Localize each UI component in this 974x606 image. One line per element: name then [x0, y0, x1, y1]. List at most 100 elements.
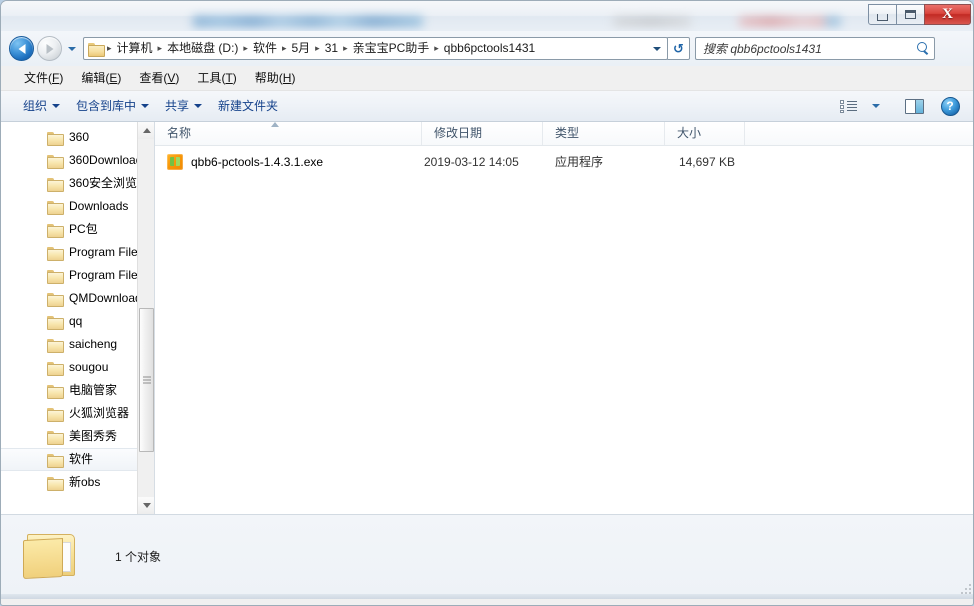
chevron-down-icon — [872, 104, 880, 108]
menu-item-file-mnemonic: F — [52, 70, 60, 85]
breadcrumb-item-computer[interactable]: 计算机 — [113, 39, 157, 58]
folder-icon — [47, 223, 64, 238]
bleed-red-text — [739, 17, 835, 26]
sidebar-item-pc-package[interactable]: PC包 — [1, 218, 154, 241]
sidebar-item-label: 美图秀秀 — [69, 429, 118, 443]
include-in-library-button[interactable]: 包含到库中 — [68, 95, 157, 118]
table-row[interactable]: qbb6-pctools-1.4.3.1.exe 2019-03-12 14:0… — [155, 151, 973, 173]
chevron-down-icon — [68, 46, 76, 51]
window-bottom-edge — [1, 594, 973, 599]
bleed-blue-badge — [825, 17, 841, 26]
scroll-down-button[interactable] — [138, 497, 154, 514]
sidebar-item-label: Downloads — [69, 199, 129, 213]
sidebar-item-qq[interactable]: qq — [1, 310, 154, 333]
breadcrumb-bar[interactable]: ▸ 计算机 ▸ 本地磁盘 (D:) ▸ 软件 ▸ 5月 ▸ 31 ▸ 亲宝宝PC… — [83, 37, 668, 60]
sidebar-item-firefox[interactable]: 火狐浏览器 — [1, 402, 154, 425]
share-label: 共享 — [165, 98, 190, 113]
folder-icon — [47, 131, 64, 146]
minimize-button[interactable] — [868, 4, 897, 25]
column-header-name-label: 名称 — [167, 126, 192, 140]
menu-item-tools[interactable]: 工具(T) — [188, 68, 245, 89]
sidebar-item-sougou[interactable]: sougou — [1, 356, 154, 379]
chevron-up-icon — [142, 128, 151, 133]
preview-pane-icon — [904, 98, 924, 114]
folder-icon — [47, 361, 64, 376]
sidebar-item-computer-manager[interactable]: 电脑管家 — [1, 379, 154, 402]
folder-icon — [47, 453, 64, 468]
column-header-type[interactable]: 类型 — [543, 122, 665, 145]
new-folder-label: 新建文件夹 — [218, 98, 279, 113]
sidebar-item-qmdownload[interactable]: QMDownload — [1, 287, 154, 310]
scrollbar-thumb[interactable] — [139, 308, 154, 452]
refresh-button[interactable]: ↺ — [667, 37, 690, 60]
close-button[interactable]: X — [924, 4, 971, 25]
help-button[interactable]: ? — [937, 95, 963, 117]
sidebar-item-software[interactable]: 软件 — [1, 448, 154, 471]
column-header-size[interactable]: 大小 — [665, 122, 745, 145]
sidebar-item-360browser[interactable]: 360安全浏览器 — [1, 172, 154, 195]
sidebar-item-360[interactable]: 360 — [1, 126, 154, 149]
folder-icon — [47, 315, 64, 330]
menu-item-help[interactable]: 帮助(H) — [246, 68, 305, 89]
column-header-name[interactable]: 名称 — [155, 122, 422, 145]
menu-item-view[interactable]: 查看(V) — [130, 68, 188, 89]
address-bar: ▸ 计算机 ▸ 本地磁盘 (D:) ▸ 软件 ▸ 5月 ▸ 31 ▸ 亲宝宝PC… — [1, 31, 973, 66]
sidebar-item-meitu[interactable]: 美图秀秀 — [1, 425, 154, 448]
sidebar-item-label: 新obs — [69, 475, 101, 489]
recent-locations-button[interactable] — [64, 37, 80, 61]
view-list-icon — [839, 99, 857, 113]
sidebar-item-new-obs[interactable]: 新obs — [1, 471, 154, 494]
folder-icon — [47, 292, 64, 307]
sidebar-item-saicheng[interactable]: saicheng — [1, 333, 154, 356]
sidebar-item-downloads[interactable]: Downloads — [1, 195, 154, 218]
sidebar-item-program-files-1[interactable]: Program Files — [1, 241, 154, 264]
column-header-type-label: 类型 — [555, 126, 580, 140]
file-name-cell: qbb6-pctools-1.4.3.1.exe — [155, 154, 422, 170]
menu-bar: 文件(F) 编辑(E) 查看(V) 工具(T) 帮助(H) — [1, 66, 973, 91]
bleed-grey-text — [613, 17, 691, 26]
title-bar: X — [1, 1, 973, 31]
menu-item-help-mnemonic: H — [282, 70, 292, 85]
search-box[interactable] — [695, 37, 935, 60]
change-view-dropdown[interactable] — [863, 95, 889, 117]
sidebar-item-360download[interactable]: 360Download — [1, 149, 154, 172]
menu-item-edit[interactable]: 编辑(E) — [72, 68, 130, 89]
folder-icon — [88, 42, 105, 57]
breadcrumb-item-local-disk[interactable]: 本地磁盘 (D:) — [163, 39, 242, 58]
column-header-date[interactable]: 修改日期 — [422, 122, 543, 145]
maximize-button[interactable] — [896, 4, 925, 25]
sidebar-item-label: Program Files — [69, 268, 144, 282]
chevron-down-icon — [652, 46, 661, 51]
folder-icon — [47, 338, 64, 353]
sidebar-item-program-files-2[interactable]: Program Files — [1, 264, 154, 287]
search-input[interactable] — [703, 41, 917, 56]
navigation-scrollbar[interactable] — [137, 122, 154, 514]
share-button[interactable]: 共享 — [157, 95, 210, 118]
folder-icon — [47, 246, 64, 261]
forward-button[interactable] — [37, 36, 62, 61]
breadcrumb-item-31[interactable]: 31 — [321, 39, 342, 58]
menu-item-edit-label: 编辑 — [81, 70, 106, 85]
breadcrumb-item-software[interactable]: 软件 — [249, 39, 281, 58]
change-view-button[interactable] — [835, 95, 861, 117]
sidebar-item-label: saicheng — [69, 337, 118, 351]
chevron-down-icon — [194, 104, 203, 108]
resize-grip-icon[interactable] — [959, 582, 971, 594]
scroll-up-button[interactable] — [138, 122, 154, 139]
organize-label: 组织 — [23, 98, 48, 113]
column-header-date-label: 修改日期 — [434, 126, 483, 140]
file-size-cell: 14,697 KB — [678, 154, 735, 169]
breadcrumb-item-current[interactable]: qbb6pctools1431 — [440, 39, 539, 58]
window-body: 360 360Download 360安全浏览器 Downloads PC包 P… — [1, 122, 973, 514]
preview-pane-button[interactable] — [901, 95, 927, 117]
breadcrumb-item-may[interactable]: 5月 — [287, 39, 314, 58]
back-button[interactable] — [9, 36, 34, 61]
folder-icon — [47, 154, 64, 169]
new-folder-button[interactable]: 新建文件夹 — [210, 95, 286, 118]
menu-item-file[interactable]: 文件(F) — [15, 68, 72, 89]
menu-item-tools-label: 工具 — [197, 70, 222, 85]
breadcrumb-dropdown-button[interactable] — [648, 46, 665, 51]
breadcrumb-item-qinbaobao[interactable]: 亲宝宝PC助手 — [349, 39, 434, 58]
sort-ascending-icon — [271, 122, 280, 127]
organize-button[interactable]: 组织 — [15, 95, 68, 118]
